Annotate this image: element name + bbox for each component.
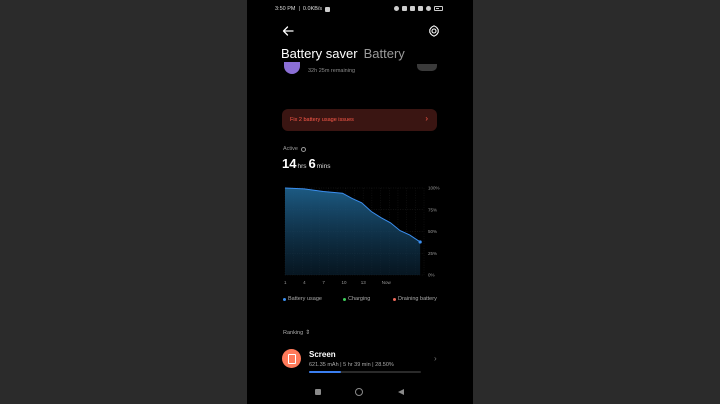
home-button[interactable] (355, 388, 363, 396)
usage-item-screen[interactable]: Screen 621.35 mAh | 5 hr 39 min | 28.50%… (282, 346, 442, 376)
active-label: Active (283, 146, 306, 152)
battery-usage-chart: 1 4 7 10 13 Now 100% 75% 50% 25% 0% (284, 186, 440, 286)
tab-battery-saver[interactable]: Battery saver (281, 46, 358, 61)
signal-icon (410, 6, 415, 11)
active-time: 14hrs 6mins (282, 155, 332, 173)
active-hours-unit: hrs (297, 163, 307, 170)
navigation-bar (247, 385, 473, 401)
signal-icon-2 (418, 6, 423, 11)
x-tick-label: 13 (361, 280, 367, 285)
active-minutes-unit: mins (316, 163, 331, 170)
chevron-right-icon: › (434, 354, 437, 363)
usage-progress-fill (309, 371, 341, 373)
y-tick-label: 0% (428, 273, 435, 278)
battery-issues-alert[interactable]: Fix 2 battery usage issues › (282, 109, 437, 131)
legend-draining: Draining battery (393, 296, 437, 302)
x-tick-label: 10 (342, 280, 348, 285)
header-titles: Battery saver Battery (281, 46, 405, 61)
sort-icon: ⇕ (305, 330, 311, 336)
legend-dot-charging (343, 297, 346, 301)
settings-gear-icon[interactable] (427, 24, 441, 38)
legend-charging: Charging (343, 296, 370, 302)
phone-screen: 3:50 PM | 0.0KB/s Battery saver Battery … (247, 0, 473, 404)
x-tick-label: 7 (322, 280, 325, 285)
notification-icon (325, 6, 331, 12)
bluetooth-icon (394, 6, 399, 11)
active-hours: 14 (282, 156, 297, 171)
ranking-label: Ranking (283, 329, 304, 336)
network-speed: 0.0KB/s (302, 6, 323, 12)
back-button[interactable] (398, 389, 404, 395)
legend-battery-usage: Battery usage (283, 296, 322, 302)
x-tick-label: 1 (284, 280, 287, 285)
y-tick-label: 100% (428, 186, 440, 191)
nfc-icon (402, 6, 407, 11)
status-time: 3:50 PM (275, 6, 296, 12)
usage-item-title: Screen (309, 350, 336, 359)
legend-dot-battery (283, 297, 286, 301)
remaining-time: 32h 25m remaining (308, 68, 356, 74)
active-label-text: Active (283, 146, 298, 152)
chevron-right-icon: › (425, 114, 428, 123)
wifi-icon (426, 6, 431, 11)
usage-item-meta: 621.35 mAh | 5 hr 39 min | 28.50% (309, 362, 394, 368)
y-tick-label: 50% (428, 229, 437, 234)
battery-saver-icon (284, 62, 300, 74)
usage-area (285, 188, 421, 275)
tab-battery[interactable]: Battery (364, 46, 405, 61)
active-minutes: 6 (308, 156, 316, 171)
current-level-point (418, 240, 422, 244)
back-arrow-icon[interactable] (281, 24, 295, 38)
ranking-sort[interactable]: Ranking ⇕ (283, 329, 311, 337)
info-icon[interactable] (300, 146, 306, 152)
battery-icon (434, 6, 443, 11)
y-tick-label: 25% (428, 251, 437, 256)
alert-text: Fix 2 battery usage issues (290, 117, 354, 123)
chart-legend: Battery usage Charging Draining battery (283, 296, 443, 304)
screen-icon (282, 349, 301, 368)
legend-dot-draining (393, 297, 396, 301)
x-tick-label: Now (382, 280, 392, 285)
recents-button[interactable] (315, 389, 321, 395)
y-tick-label: 75% (428, 207, 437, 212)
x-tick-label: 4 (303, 280, 306, 285)
status-bar: 3:50 PM | 0.0KB/s (247, 5, 473, 15)
battery-saver-toggle[interactable] (417, 64, 437, 71)
usage-progress-track (309, 371, 421, 373)
